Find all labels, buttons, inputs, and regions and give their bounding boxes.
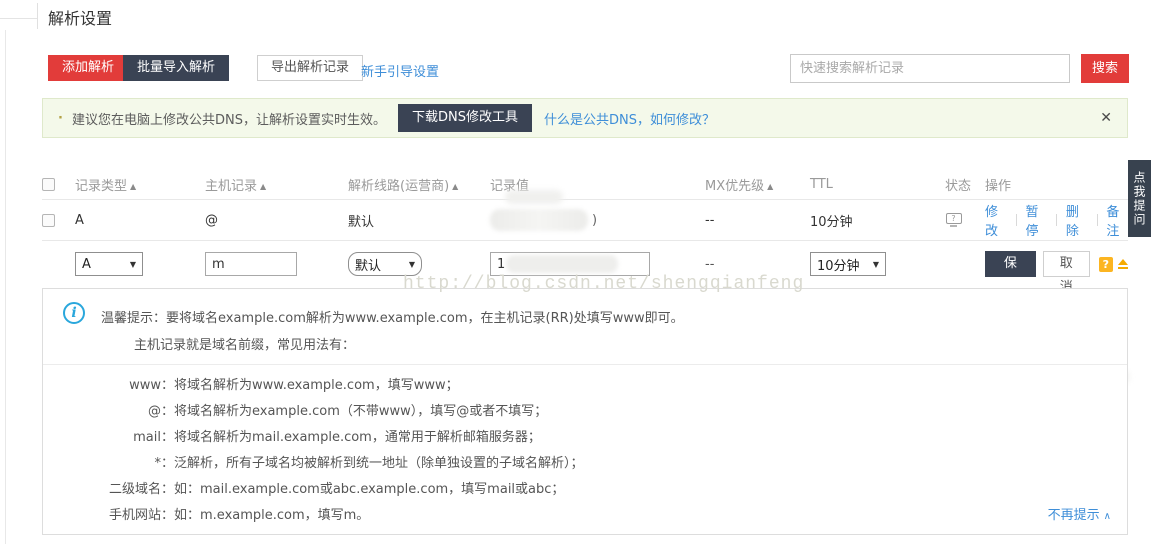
edit-row: A ▼ 默认 ▼ -- 1 <box>42 241 1128 287</box>
sort-asc-icon[interactable]: ▲ <box>260 182 266 191</box>
collapse-icon[interactable] <box>1118 259 1128 269</box>
help-icon[interactable]: ? <box>1099 257 1113 272</box>
dismiss-tips-link[interactable]: 不再提示∧ <box>1048 504 1111 523</box>
cell-host-record: @ <box>205 213 348 228</box>
pause-link[interactable]: 暂停 <box>1025 201 1047 239</box>
save-button[interactable]: 保存 <box>985 251 1036 277</box>
sort-asc-icon[interactable]: ▲ <box>452 182 458 191</box>
header-mx-priority[interactable]: MX优先级▲ <box>705 175 810 194</box>
header-host-record[interactable]: 主机记录▲ <box>205 175 348 194</box>
header-ttl: TTL <box>810 177 945 192</box>
record-value-input[interactable] <box>490 252 650 276</box>
edit-mx-priority: -- <box>705 257 810 272</box>
status-monitor-help-icon[interactable]: ? <box>945 213 962 228</box>
remark-link[interactable]: 备注 <box>1106 201 1128 239</box>
header-line[interactable]: 解析线路(运营商)▲ <box>348 175 490 194</box>
tip-line1: 温馨提示：要将域名example.com解析为www.example.com，在… <box>101 307 684 326</box>
panel-left-border <box>5 30 6 544</box>
line-select[interactable]: 默认 ▼ <box>348 252 422 276</box>
records-table: 记录类型▲ 主机记录▲ 解析线路(运营商)▲ 记录值 MX优先级▲ TTL 状态… <box>42 170 1128 287</box>
search-button[interactable]: 搜索 <box>1081 54 1129 83</box>
list-item: mail ：将域名解析为mail.example.com，通常用于解析邮箱服务器… <box>43 429 1127 446</box>
row-checkbox[interactable] <box>42 214 55 227</box>
header-status: 状态 <box>945 175 985 194</box>
add-record-button[interactable]: 添加解析 <box>48 55 128 81</box>
redacted-value <box>490 209 588 231</box>
header-actions: 操作 <box>985 175 1128 194</box>
host-record-input[interactable] <box>205 252 297 276</box>
header-record-type[interactable]: 记录类型▲ <box>75 175 205 194</box>
sort-asc-icon[interactable]: ▲ <box>767 182 773 191</box>
tip-usage-list: www ：将域名解析为www.example.com，填写www； @ ：将域名… <box>43 377 1127 533</box>
list-item: 手机网站 ：如：m.example.com，填写m。 <box>43 507 1127 524</box>
table-header-row: 记录类型▲ 主机记录▲ 解析线路(运营商)▲ 记录值 MX优先级▲ TTL 状态… <box>42 170 1128 200</box>
beginner-guide-link[interactable]: 新手引导设置 <box>361 61 439 80</box>
ask-question-tab[interactable]: 点我提问 <box>1128 160 1151 237</box>
download-dns-tool-button[interactable]: 下载DNS修改工具 <box>398 104 532 132</box>
header-record-value: 记录值 <box>490 175 705 194</box>
ttl-select[interactable]: 10分钟 ▼ <box>810 252 886 276</box>
chevron-up-icon: ∧ <box>1104 511 1111 522</box>
sort-asc-icon[interactable]: ▲ <box>130 182 136 191</box>
select-all-checkbox[interactable] <box>42 178 55 191</box>
tip-line2: 主机记录就是域名前缀，常见用法有： <box>134 334 355 353</box>
cell-record-value: ) <box>490 209 705 231</box>
title-divider <box>37 3 38 29</box>
modify-link[interactable]: 修改 <box>985 201 1007 239</box>
cell-mx-priority: -- <box>705 213 810 228</box>
title-top-rule <box>0 18 37 19</box>
record-value-suffix: ) <box>592 213 597 228</box>
dns-settings-page: 解析设置 添加解析 批量导入解析 导出解析记录 新手引导设置 搜索 · 建议您在… <box>0 0 1151 544</box>
tips-panel: i 温馨提示：要将域名example.com解析为www.example.com… <box>42 288 1128 535</box>
cell-line: 默认 <box>348 211 490 230</box>
cell-record-type: A <box>75 213 205 228</box>
export-records-button[interactable]: 导出解析记录 <box>257 55 363 81</box>
search-input[interactable] <box>790 54 1070 83</box>
notice-bullet-icon: · <box>58 111 63 126</box>
delete-link[interactable]: 删除 <box>1066 201 1088 239</box>
tip-divider <box>43 364 1127 365</box>
chevron-down-icon: ▼ <box>873 260 879 269</box>
info-icon: i <box>63 302 85 324</box>
list-item: 二级域名 ：如：mail.example.com或abc.example.com… <box>43 481 1127 498</box>
list-item: www ：将域名解析为www.example.com，填写www； <box>43 377 1127 394</box>
list-item: * ：泛解析，所有子域名均被解析到统一地址（除单独设置的子域名解析）； <box>43 455 1127 472</box>
chevron-down-icon: ▼ <box>130 260 136 269</box>
cancel-button[interactable]: 取消 <box>1043 251 1090 277</box>
record-type-select[interactable]: A ▼ <box>75 252 143 276</box>
dns-notice-banner: · 建议您在电脑上修改公共DNS，让解析设置实时生效。 下载DNS修改工具 什么… <box>42 98 1128 138</box>
cell-ttl: 10分钟 <box>810 211 945 230</box>
batch-import-button[interactable]: 批量导入解析 <box>123 55 229 81</box>
list-item: @ ：将域名解析为example.com（不带www），填写@或者不填写； <box>43 403 1127 420</box>
status-question-glyph: ? <box>946 213 962 224</box>
page-title: 解析设置 <box>48 5 112 29</box>
table-row: A @ 默认 ) -- 10分钟 ? 修改 暂停 删除 <box>42 200 1128 241</box>
what-is-public-dns-link[interactable]: 什么是公共DNS，如何修改？ <box>544 109 715 128</box>
close-icon[interactable]: ✕ <box>1100 110 1112 126</box>
notice-text: 建议您在电脑上修改公共DNS，让解析设置实时生效。 <box>72 109 386 128</box>
chevron-down-icon: ▼ <box>409 260 415 269</box>
